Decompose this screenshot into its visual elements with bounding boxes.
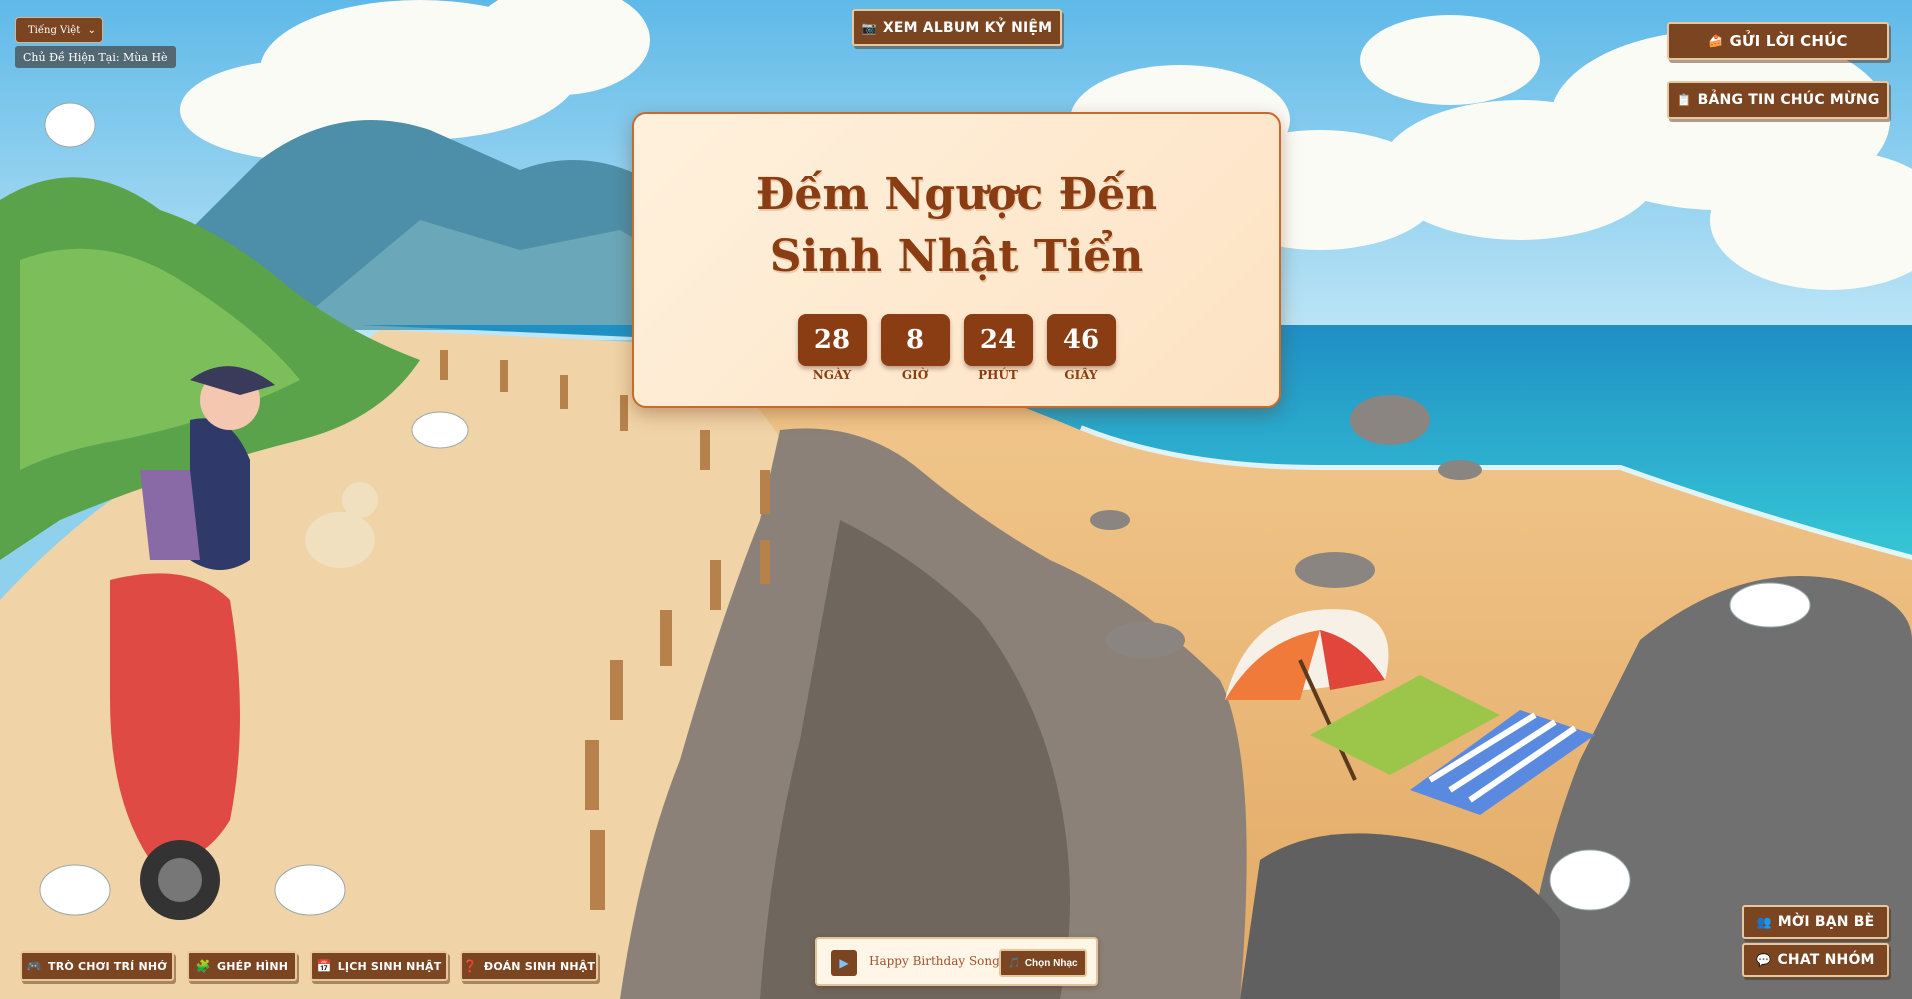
birthday-calendar-button[interactable]: 📅 LỊCH SINH NHẬT bbox=[310, 951, 448, 981]
view-album-label: XEM ALBUM KỶ NIỆM bbox=[882, 19, 1053, 36]
wish-board-button[interactable]: 📋 BẢNG TIN CHÚC MỪNG bbox=[1667, 81, 1889, 119]
gamepad-icon: 🎮 bbox=[26, 959, 43, 973]
countdown-minutes-label: PHÚT bbox=[978, 368, 1018, 382]
countdown-days-label: NGÀY bbox=[812, 368, 852, 382]
chat-icon: 💬 bbox=[1756, 953, 1772, 967]
countdown-hours: 8 GIỜ bbox=[880, 314, 950, 382]
puzzle-icon: 🧩 bbox=[195, 959, 211, 973]
countdown-seconds-label: GIÂY bbox=[1064, 368, 1098, 382]
clipboard-icon: 📋 bbox=[1676, 93, 1692, 107]
memory-game-button[interactable]: 🎮 TRÒ CHƠI TRÍ NHỚ bbox=[20, 951, 174, 981]
song-title: Happy Birthday Song bbox=[869, 954, 1000, 968]
music-player: ▶ Happy Birthday Song 🎵 Chọn Nhạc bbox=[815, 937, 1098, 986]
countdown-days: 28 NGÀY bbox=[797, 314, 867, 382]
choose-music-button[interactable]: 🎵 Chọn Nhạc bbox=[999, 949, 1087, 977]
countdown-minutes: 24 PHÚT bbox=[963, 314, 1033, 382]
language-select[interactable]: Tiếng Việt ⌄ bbox=[15, 17, 103, 43]
language-select-value: Tiếng Việt bbox=[28, 24, 81, 36]
theme-badge: Chủ Đề Hiện Tại: Mùa Hè bbox=[15, 46, 176, 68]
choose-music-label: Chọn Nhạc bbox=[1024, 957, 1078, 969]
countdown-timer: 28 NGÀY 8 GIỜ 24 PHÚT 46 GIÂY bbox=[634, 314, 1279, 382]
chevron-down-icon: ⌄ bbox=[87, 24, 96, 36]
birthday-calendar-label: LỊCH SINH NHẬT bbox=[337, 959, 442, 973]
puzzle-label: GHÉP HÌNH bbox=[217, 959, 289, 973]
countdown-card: Đếm Ngược Đến Sinh Nhật Tiển 28 NGÀY 8 G… bbox=[632, 112, 1281, 408]
wish-board-label: BẢNG TIN CHÚC MỪNG bbox=[1697, 92, 1880, 108]
countdown-seconds-value: 46 bbox=[1046, 314, 1116, 366]
question-icon: ❓ bbox=[462, 959, 478, 973]
cake-icon: 🍰 bbox=[1708, 34, 1724, 48]
countdown-minutes-value: 24 bbox=[963, 314, 1033, 366]
countdown-seconds: 46 GIÂY bbox=[1046, 314, 1116, 382]
guess-birthday-label: ĐOÁN SINH NHẬT bbox=[483, 959, 596, 973]
view-album-button[interactable]: 📷 XEM ALBUM KỶ NIỆM bbox=[852, 9, 1062, 46]
send-wish-button[interactable]: 🍰 GỬI LỜI CHÚC bbox=[1667, 22, 1889, 60]
people-icon: 👥 bbox=[1756, 915, 1772, 929]
invite-friends-label: MỜI BẠN BÈ bbox=[1777, 914, 1875, 930]
theme-label: Chủ Đề Hiện Tại: Mùa Hè bbox=[23, 50, 168, 64]
countdown-hours-label: GIỜ bbox=[901, 368, 929, 382]
countdown-days-value: 28 bbox=[797, 314, 867, 366]
group-chat-button[interactable]: 💬 CHAT NHÓM bbox=[1742, 943, 1889, 977]
invite-friends-button[interactable]: 👥 MỜI BẠN BÈ bbox=[1742, 905, 1889, 939]
countdown-hours-value: 8 bbox=[880, 314, 950, 366]
send-wish-label: GỬI LỜI CHÚC bbox=[1729, 32, 1848, 50]
play-button[interactable]: ▶ bbox=[831, 950, 857, 976]
calendar-icon: 📅 bbox=[316, 959, 332, 973]
group-chat-label: CHAT NHÓM bbox=[1777, 952, 1875, 968]
memory-game-label: TRÒ CHƠI TRÍ NHỚ bbox=[48, 959, 168, 973]
music-note-icon: 🎵 bbox=[1008, 957, 1021, 969]
camera-icon: 📷 bbox=[861, 20, 877, 35]
puzzle-button[interactable]: 🧩 GHÉP HÌNH bbox=[187, 951, 297, 981]
play-icon: ▶ bbox=[839, 956, 849, 970]
countdown-title: Đếm Ngược Đến Sinh Nhật Tiển bbox=[755, 169, 1158, 282]
guess-birthday-button[interactable]: ❓ ĐOÁN SINH NHẬT bbox=[460, 951, 598, 981]
